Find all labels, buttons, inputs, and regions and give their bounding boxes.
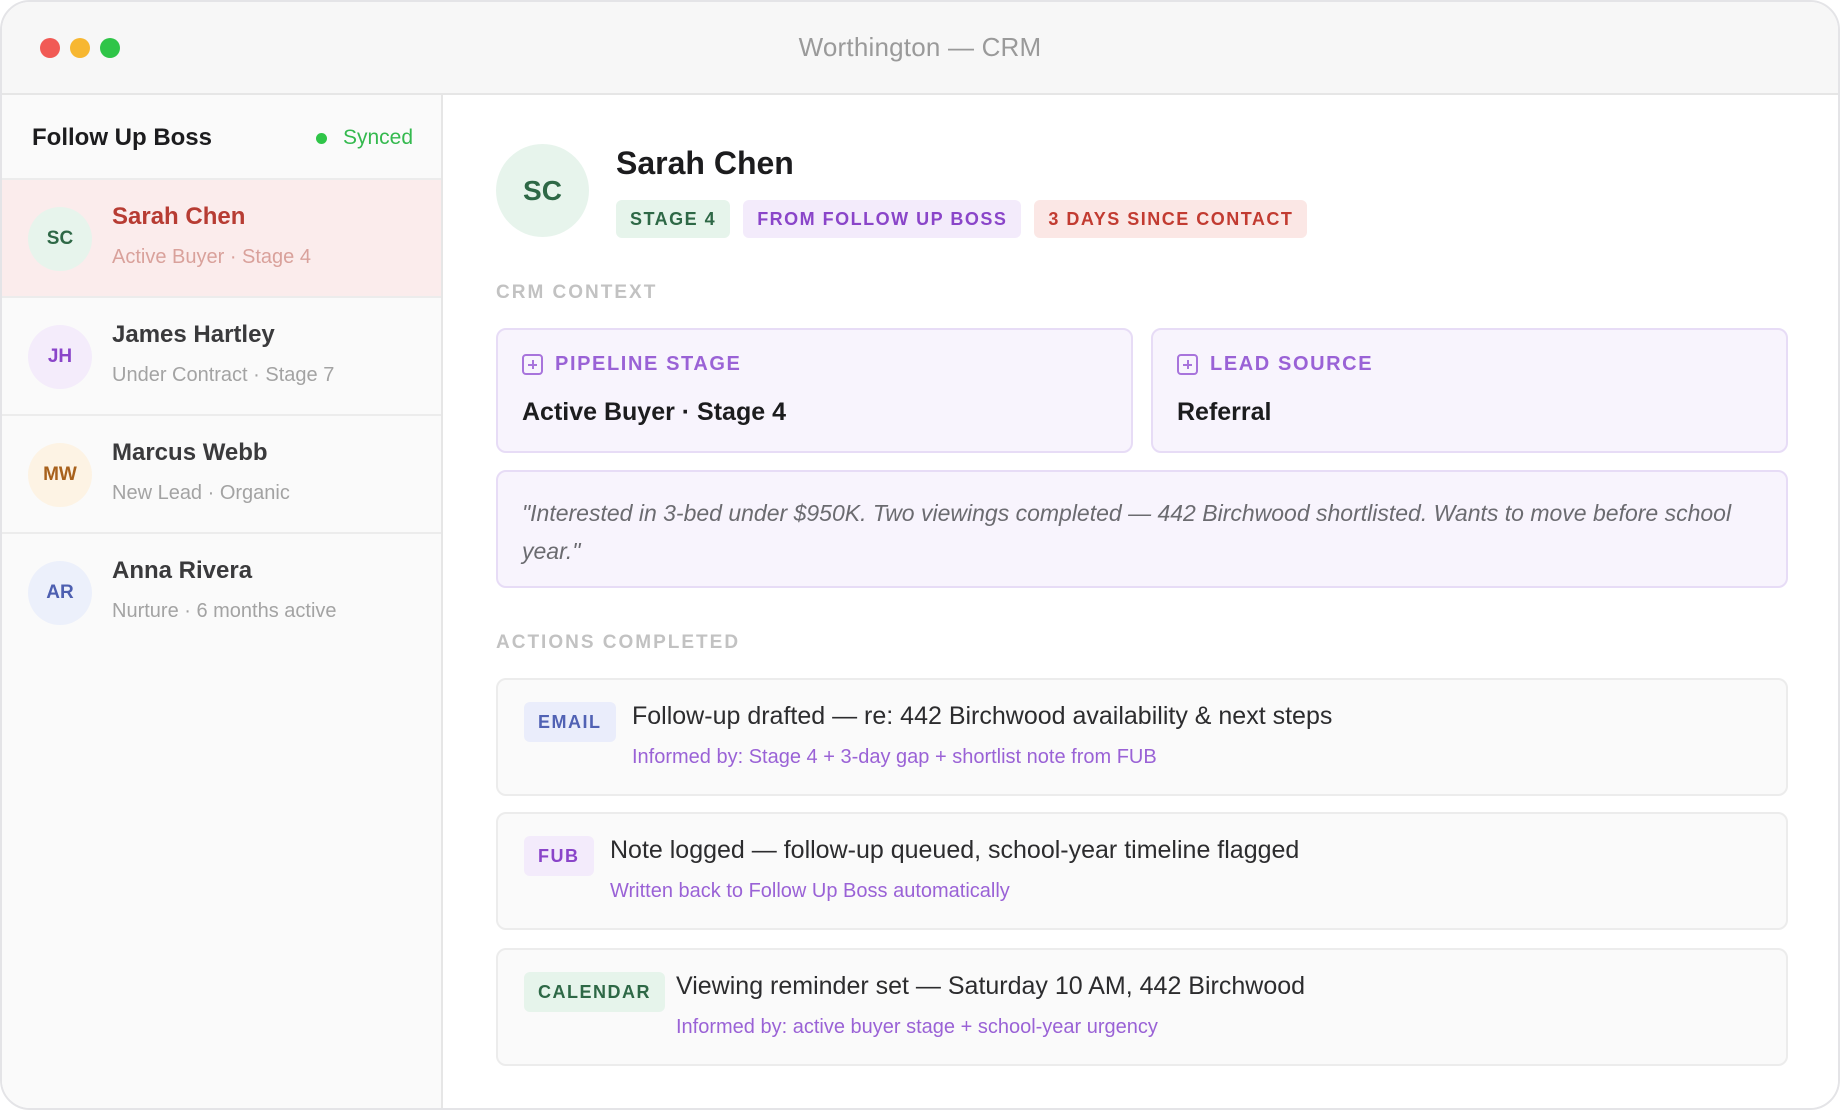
contact-item-anna-rivera[interactable]: AR Anna Rivera Nurture · 6 months active	[2, 534, 441, 652]
profile-name: Sarah Chen	[616, 145, 794, 181]
fub-tag: FUB	[524, 836, 594, 876]
sync-status-dot-icon	[315, 132, 327, 144]
window-title: Worthington — CRM	[798, 32, 1042, 62]
crm-note: "Interested in 3-bed under $950K. Two vi…	[496, 470, 1788, 588]
action-title: Follow-up drafted — re: 442 Birchwood av…	[632, 702, 1333, 730]
lead-source-label: LEAD SOURCE	[1210, 353, 1374, 375]
stage-badge: STAGE 4	[616, 200, 731, 238]
contact-avatar: SC	[28, 207, 92, 271]
app-window: Worthington — CRM Follow Up Boss Synced …	[0, 0, 1840, 1110]
pipeline-stage-label-row: PIPELINE STAGE	[522, 353, 742, 376]
contact-detail-panel: SC Sarah Chen STAGE 4 FROM FOLLOW UP BOS…	[445, 95, 1838, 1108]
plus-square-icon	[1177, 354, 1198, 375]
contact-subtitle: New Lead · Organic	[112, 482, 290, 504]
contact-name: Anna Rivera	[112, 557, 253, 584]
contacts-sidebar: Follow Up Boss Synced SC Sarah Chen Acti…	[2, 95, 443, 1108]
title-bar: Worthington — CRM	[2, 2, 1838, 95]
action-item-fub[interactable]: FUB Note logged — follow-up queued, scho…	[496, 812, 1788, 930]
lead-source-value: Referral	[1177, 398, 1272, 426]
sync-status: Synced	[315, 126, 413, 150]
pipeline-stage-label: PIPELINE STAGE	[555, 353, 742, 375]
calendar-tag: CALENDAR	[524, 972, 665, 1012]
contact-subtitle: Active Buyer · Stage 4	[112, 246, 311, 268]
sidebar-title: Follow Up Boss	[32, 124, 212, 151]
contact-avatar: AR	[28, 561, 92, 625]
action-item-email[interactable]: EMAIL Follow-up drafted — re: 442 Birchw…	[496, 678, 1788, 796]
action-subtitle: Informed by: Stage 4 + 3-day gap + short…	[632, 746, 1157, 768]
action-title: Note logged — follow-up queued, school-y…	[610, 836, 1300, 864]
profile-badges: STAGE 4 FROM FOLLOW UP BOSS 3 DAYS SINCE…	[616, 200, 1308, 238]
action-subtitle: Written back to Follow Up Boss automatic…	[610, 880, 1010, 902]
profile-avatar: SC	[496, 144, 589, 237]
action-item-calendar[interactable]: CALENDAR Viewing reminder set — Saturday…	[496, 948, 1788, 1066]
sync-status-label: Synced	[342, 126, 413, 149]
contact-name: James Hartley	[112, 321, 275, 348]
lead-source-label-row: LEAD SOURCE	[1177, 353, 1373, 376]
contact-item-marcus-webb[interactable]: MW Marcus Webb New Lead · Organic	[2, 416, 441, 534]
crm-context-heading: CRM CONTEXT	[496, 282, 658, 303]
contact-avatar: MW	[28, 443, 92, 507]
sidebar-header: Follow Up Boss Synced	[2, 95, 441, 180]
contact-item-sarah-chen[interactable]: SC Sarah Chen Active Buyer · Stage 4	[2, 180, 441, 298]
last-contact-badge: 3 DAYS SINCE CONTACT	[1034, 200, 1308, 238]
contact-name: Marcus Webb	[112, 439, 268, 466]
contact-item-james-hartley[interactable]: JH James Hartley Under Contract · Stage …	[2, 298, 441, 416]
pipeline-stage-card: PIPELINE STAGE Active Buyer · Stage 4	[496, 328, 1133, 453]
source-badge: FROM FOLLOW UP BOSS	[743, 200, 1022, 238]
email-tag: EMAIL	[524, 702, 616, 742]
plus-square-icon	[522, 354, 543, 375]
contact-name: Sarah Chen	[112, 203, 246, 230]
contact-avatar: JH	[28, 325, 92, 389]
action-title: Viewing reminder set — Saturday 10 AM, 4…	[676, 972, 1306, 1000]
action-subtitle: Informed by: active buyer stage + school…	[676, 1016, 1158, 1038]
contact-subtitle: Nurture · 6 months active	[112, 600, 337, 622]
contact-subtitle: Under Contract · Stage 7	[112, 364, 335, 386]
pipeline-stage-value: Active Buyer · Stage 4	[522, 398, 786, 426]
actions-completed-heading: ACTIONS COMPLETED	[496, 632, 741, 653]
lead-source-card: LEAD SOURCE Referral	[1151, 328, 1788, 453]
